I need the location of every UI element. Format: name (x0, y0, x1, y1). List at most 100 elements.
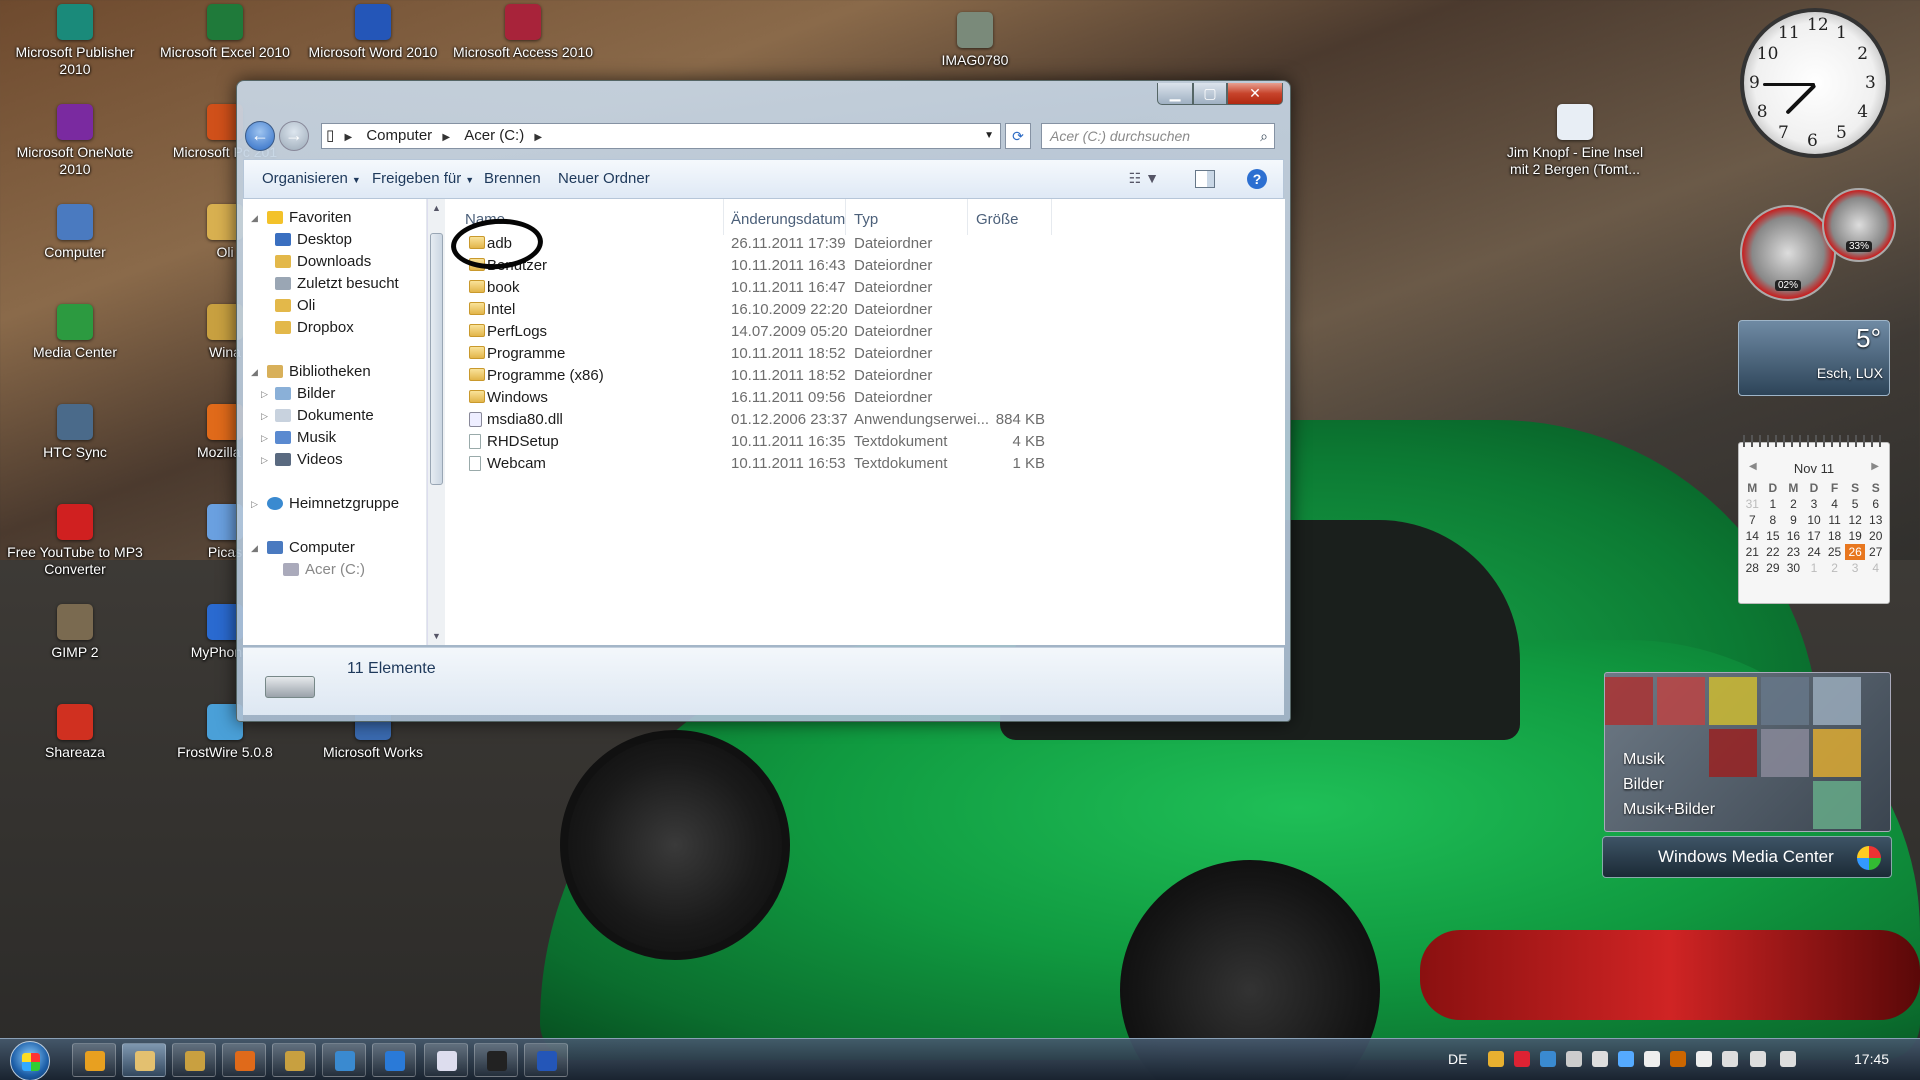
clock-time[interactable]: 17:45 (1854, 1051, 1889, 1067)
nav-libraries[interactable]: Bibliotheken (267, 361, 371, 383)
file-row[interactable]: PerfLogs 14.07.2009 05:20 Dateiordner (445, 321, 1265, 343)
column-size[interactable]: Größe (976, 211, 1019, 228)
file-row[interactable]: Benutzer 10.11.2011 16:43 Dateiordner (445, 255, 1265, 277)
nav-item-videos[interactable]: Videos (275, 449, 343, 471)
minimize-button[interactable]: ▁ (1157, 83, 1193, 105)
search-input[interactable]: Acer (C:) durchsuchen ⌕ (1041, 123, 1275, 149)
tray-app-icon[interactable] (1488, 1051, 1504, 1067)
nav-computer[interactable]: Computer (267, 537, 355, 559)
maximize-button[interactable]: ▢ (1193, 83, 1227, 105)
desktop-icon[interactable]: IMAG0780 (900, 12, 1050, 69)
nav-favorites[interactable]: Favoriten (267, 207, 352, 229)
file-row[interactable]: RHDSetup 10.11.2011 16:35 Textdokument 4 KB (445, 431, 1265, 453)
desktop-icon[interactable]: Shareaza (0, 704, 150, 761)
file-row[interactable]: book 10.11.2011 16:47 Dateiordner (445, 277, 1265, 299)
nav-item-recent[interactable]: Zuletzt besucht (275, 273, 399, 295)
tray-app-icon[interactable] (1514, 1051, 1530, 1067)
file-row[interactable]: Programme 10.11.2011 18:52 Dateiordner (445, 343, 1265, 365)
nav-item-documents[interactable]: Dokumente (275, 405, 374, 427)
taskbar-button[interactable] (72, 1043, 116, 1077)
calendar-day[interactable]: 13 (1865, 512, 1886, 528)
desktop-icon[interactable]: HTC Sync (0, 404, 150, 461)
help-icon[interactable]: ? (1247, 169, 1267, 189)
calendar-day[interactable]: 17 (1804, 528, 1825, 544)
weather-gadget[interactable]: 5° Esch, LUX (1738, 320, 1890, 396)
tray-app-icon[interactable] (1696, 1051, 1712, 1067)
desktop-icon[interactable]: Media Center (0, 304, 150, 361)
file-row[interactable]: msdia80.dll 01.12.2006 23:37 Anwendungserw… (445, 409, 1265, 431)
expand-icon[interactable]: ▷ (261, 455, 268, 466)
column-divider[interactable] (1051, 199, 1052, 235)
new-folder-button[interactable]: Neuer Ordner (558, 170, 650, 187)
nav-item-music[interactable]: Musik (275, 427, 336, 449)
collapse-icon[interactable]: ◢ (251, 367, 258, 378)
preview-pane-icon[interactable] (1195, 170, 1215, 188)
calendar-day[interactable]: 3 (1845, 560, 1866, 576)
organize-button[interactable]: Organisieren ▼ (262, 170, 361, 187)
file-row[interactable]: Programme (x86) 10.11.2011 18:52 Dateiordn… (445, 365, 1265, 387)
calendar-day[interactable]: 25 (1824, 544, 1845, 560)
calendar-next-icon[interactable]: ▶ (1871, 461, 1879, 472)
calendar-day[interactable]: 6 (1865, 496, 1886, 512)
calendar-day[interactable]: 9 (1783, 512, 1804, 528)
calendar-day[interactable]: 3 (1804, 496, 1825, 512)
column-divider[interactable] (967, 199, 968, 235)
taskbar-button[interactable] (222, 1043, 266, 1077)
calendar-day[interactable]: 15 (1763, 528, 1784, 544)
language-indicator[interactable]: DE (1448, 1051, 1467, 1067)
share-button[interactable]: Freigeben für ▼ (372, 170, 474, 187)
desktop-icon[interactable]: Microsoft Access 2010 (448, 4, 598, 61)
calendar-day[interactable]: 7 (1742, 512, 1763, 528)
clock-gadget[interactable]: 12 1 2 3 4 5 6 7 8 9 10 11 (1740, 8, 1890, 158)
burn-button[interactable]: Brennen (484, 170, 541, 187)
desktop-icon[interactable]: Computer (0, 204, 150, 261)
back-button[interactable]: ← (245, 121, 275, 151)
volume-icon[interactable] (1750, 1051, 1766, 1067)
taskbar-button[interactable] (424, 1043, 468, 1077)
column-divider[interactable] (845, 199, 846, 235)
address-bar[interactable]: ▯ ▶ Computer ▶ Acer (C:) ▶ ▼ (321, 123, 1001, 149)
desktop-icon[interactable]: GIMP 2 (0, 604, 150, 661)
action-center-icon[interactable] (1644, 1051, 1660, 1067)
chevron-right-icon[interactable]: ▶ (442, 126, 450, 150)
calendar-day[interactable]: 27 (1865, 544, 1886, 560)
network-icon[interactable] (1722, 1051, 1738, 1067)
file-row[interactable]: Webcam 10.11.2011 16:53 Textdokument 1 KB (445, 453, 1265, 475)
calendar-day[interactable]: 11 (1824, 512, 1845, 528)
scroll-thumb[interactable] (430, 233, 443, 485)
calendar-day[interactable]: 20 (1865, 528, 1886, 544)
calendar-day[interactable]: 10 (1804, 512, 1825, 528)
taskbar-button[interactable] (122, 1043, 166, 1077)
nav-item-desktop[interactable]: Desktop (275, 229, 352, 251)
file-row[interactable]: Intel 16.10.2009 22:20 Dateiordner (445, 299, 1265, 321)
calendar-day[interactable]: 19 (1845, 528, 1866, 544)
taskbar-button[interactable] (322, 1043, 366, 1077)
tray-app-icon[interactable] (1566, 1051, 1582, 1067)
expand-icon[interactable]: ▷ (261, 433, 268, 444)
desktop-icon[interactable]: Jim Knopf - Eine Insel mit 2 Bergen (Tom… (1500, 104, 1650, 178)
calendar-day[interactable]: 28 (1742, 560, 1763, 576)
start-button[interactable] (10, 1041, 50, 1080)
calendar-gadget[interactable]: ◀ ▶ Nov 11 M D M D F S S 31 1 2 3 4 5 6 7 8 9 10 11 12 13 14 1… (1738, 435, 1890, 604)
media-item-pictures[interactable]: Bilder (1623, 776, 1664, 794)
calendar-day[interactable]: 4 (1865, 560, 1886, 576)
calendar-prev-icon[interactable]: ◀ (1749, 461, 1757, 472)
media-center-bar[interactable]: Windows Media Center (1602, 836, 1892, 878)
nav-item-drive[interactable]: Acer (C:) (283, 559, 365, 581)
calendar-day[interactable]: 4 (1824, 496, 1845, 512)
scroll-up-icon[interactable]: ▲ (432, 203, 441, 213)
media-item-music-pictures[interactable]: Musik+Bilder (1623, 801, 1715, 819)
search-icon[interactable]: ⌕ (1260, 124, 1268, 148)
dropbox-tray-icon[interactable] (1618, 1051, 1634, 1067)
breadcrumb-computer[interactable]: Computer (366, 124, 432, 148)
close-button[interactable]: ✕ (1227, 83, 1283, 105)
taskbar-button[interactable] (172, 1043, 216, 1077)
column-type[interactable]: Typ (854, 211, 878, 228)
calendar-day[interactable]: 29 (1763, 560, 1784, 576)
chevron-right-icon[interactable]: ▶ (534, 126, 542, 150)
chevron-right-icon[interactable]: ▶ (344, 126, 352, 150)
calendar-day[interactable]: 21 (1742, 544, 1763, 560)
expand-icon[interactable]: ▷ (251, 499, 258, 510)
view-options-icon[interactable]: ☷ ▼ (1129, 170, 1159, 187)
expand-icon[interactable]: ▷ (261, 411, 268, 422)
